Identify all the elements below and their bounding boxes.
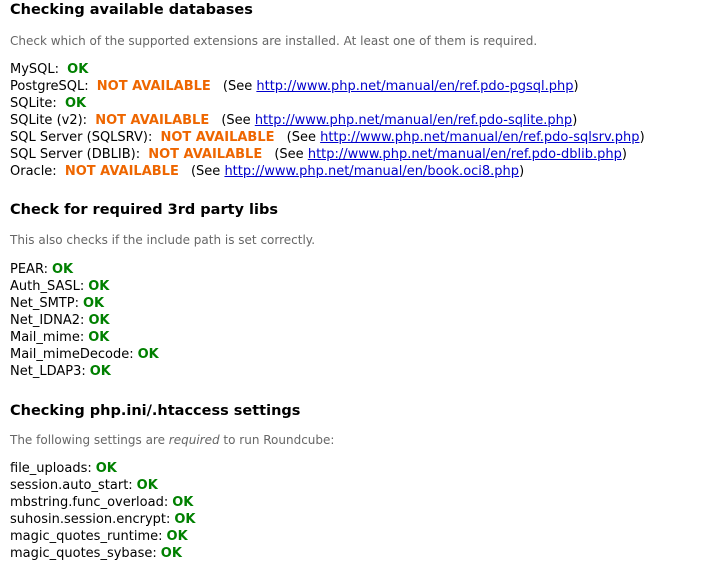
db-row-oracle: Oracle: NOT AVAILABLE (See http://www.ph…: [10, 163, 645, 180]
db-name: MySQL:: [10, 62, 60, 77]
see-prefix: (See: [221, 113, 251, 128]
lib-name: Mail_mimeDecode:: [10, 347, 134, 362]
db-row-postgresql: PostgreSQL: NOT AVAILABLE (See http://ww…: [10, 78, 645, 95]
status-not-available: NOT AVAILABLE: [96, 79, 211, 94]
status-not-available: NOT AVAILABLE: [95, 113, 210, 128]
see-note: (See http://www.php.net/manual/en/book.o…: [191, 164, 524, 179]
lib-name: PEAR:: [10, 262, 48, 277]
see-suffix: ): [572, 113, 578, 128]
settings-list: file_uploads: OK session.auto_start: OK mb…: [10, 460, 196, 562]
lib-row-mail-mimedecode: Mail_mimeDecode: OK: [10, 346, 159, 363]
settings-hint-em: required: [168, 433, 220, 447]
see-note: (See http://www.php.net/manual/en/ref.pd…: [223, 79, 579, 94]
settings-hint-before: The following settings are: [10, 433, 169, 447]
databases-hint: Check which of the supported extensions …: [10, 34, 538, 48]
setting-row-session-auto-start: session.auto_start: OK: [10, 477, 196, 494]
status-ok: OK: [166, 529, 188, 544]
lib-row-pear: PEAR: OK: [10, 261, 159, 278]
lib-row-net-idna2: Net_IDNA2: OK: [10, 312, 159, 329]
status-ok: OK: [82, 296, 105, 311]
databases-list: MySQL: OK PostgreSQL: NOT AVAILABLE (See…: [10, 61, 645, 180]
pgsql-doc-link[interactable]: http://www.php.net/manual/en/ref.pdo-pgs…: [256, 79, 573, 94]
setting-name: suhosin.session.encrypt:: [10, 512, 171, 527]
status-not-available: NOT AVAILABLE: [64, 164, 179, 179]
status-ok: OK: [88, 330, 110, 345]
status-ok: OK: [64, 96, 87, 111]
db-row-sqlite2: SQLite (v2): NOT AVAILABLE (See http://w…: [10, 112, 645, 129]
see-prefix: (See: [190, 164, 221, 179]
status-ok: OK: [89, 364, 111, 379]
see-note: (See http://www.php.net/manual/en/ref.pd…: [287, 130, 645, 145]
see-prefix: (See: [222, 79, 253, 94]
db-name: SQL Server (DBLIB):: [10, 147, 141, 162]
settings-hint: The following settings are required to r…: [10, 432, 334, 448]
status-ok: OK: [136, 478, 158, 493]
see-note: (See http://www.php.net/manual/en/ref.pd…: [274, 147, 627, 162]
setting-row-magic-quotes-runtime: magic_quotes_runtime: OK: [10, 528, 196, 545]
setting-name: session.auto_start:: [10, 478, 133, 493]
lib-name: Net_SMTP:: [10, 296, 79, 311]
lib-row-net-smtp: Net_SMTP: OK: [10, 295, 159, 312]
settings-hint-after: to run Roundcube:: [219, 433, 335, 447]
setting-row-magic-quotes-sybase: magic_quotes_sybase: OK: [10, 545, 196, 562]
lib-name: Mail_mime:: [10, 330, 85, 345]
db-row-sqlsrv: SQL Server (SQLSRV): NOT AVAILABLE (See …: [10, 129, 645, 146]
see-suffix: ): [519, 164, 525, 179]
status-ok: OK: [88, 313, 110, 328]
db-name: SQL Server (SQLSRV):: [10, 130, 153, 145]
dblib-doc-link[interactable]: http://www.php.net/manual/en/ref.pdo-dbl…: [308, 147, 622, 162]
see-prefix: (See: [274, 147, 304, 162]
status-not-available: NOT AVAILABLE: [148, 147, 263, 162]
db-row-dblib: SQL Server (DBLIB): NOT AVAILABLE (See h…: [10, 146, 645, 163]
db-name: SQLite (v2):: [10, 113, 88, 128]
status-ok: OK: [174, 512, 196, 527]
setting-name: mbstring.func_overload:: [10, 495, 169, 510]
status-not-available: NOT AVAILABLE: [160, 130, 275, 145]
db-row-mysql: MySQL: OK: [10, 61, 645, 78]
db-name: SQLite:: [10, 96, 57, 111]
status-ok: OK: [137, 347, 159, 362]
setting-row-file-uploads: file_uploads: OK: [10, 460, 196, 477]
see-suffix: ): [573, 79, 579, 94]
libs-list: PEAR: OK Auth_SASL: OK Net_SMTP: OK Net_IDN…: [10, 261, 159, 380]
sqlite-doc-link[interactable]: http://www.php.net/manual/en/ref.pdo-sql…: [255, 113, 572, 128]
lib-row-net-ldap3: Net_LDAP3: OK: [10, 363, 159, 380]
setting-name: magic_quotes_runtime:: [10, 529, 163, 544]
status-ok: OK: [160, 546, 182, 561]
lib-name: Net_IDNA2:: [10, 313, 85, 328]
see-prefix: (See: [286, 130, 316, 145]
libs-hint: This also checks if the include path is …: [10, 233, 316, 247]
libs-section-title: Check for required 3rd party libs: [10, 202, 278, 218]
lib-row-mail-mime: Mail_mime: OK: [10, 329, 159, 346]
setting-name: magic_quotes_sybase:: [10, 546, 157, 561]
sqlsrv-doc-link[interactable]: http://www.php.net/manual/en/ref.pdo-sql…: [320, 130, 639, 145]
db-row-sqlite: SQLite: OK: [10, 95, 645, 112]
setting-name: file_uploads:: [10, 461, 92, 476]
settings-section-title: Checking php.ini/.htaccess settings: [10, 403, 301, 419]
status-ok: OK: [88, 279, 110, 294]
status-ok: OK: [95, 461, 117, 476]
see-suffix: ): [639, 130, 645, 145]
status-ok: OK: [172, 495, 194, 510]
lib-name: Auth_SASL:: [10, 279, 85, 294]
setting-row-suhosin-session-encrypt: suhosin.session.encrypt: OK: [10, 511, 196, 528]
db-name: Oracle:: [10, 164, 57, 179]
see-suffix: ): [621, 147, 627, 162]
status-ok: OK: [67, 62, 89, 77]
databases-section-title: Checking available databases: [10, 2, 253, 18]
status-ok: OK: [51, 262, 74, 277]
db-name: PostgreSQL:: [10, 79, 89, 94]
see-note: (See http://www.php.net/manual/en/ref.pd…: [221, 113, 577, 128]
setting-row-mbstring-func-overload: mbstring.func_overload: OK: [10, 494, 196, 511]
lib-name: Net_LDAP3:: [10, 364, 86, 379]
oci8-doc-link[interactable]: http://www.php.net/manual/en/book.oci8.p…: [224, 164, 519, 179]
lib-row-auth-sasl: Auth_SASL: OK: [10, 278, 159, 295]
